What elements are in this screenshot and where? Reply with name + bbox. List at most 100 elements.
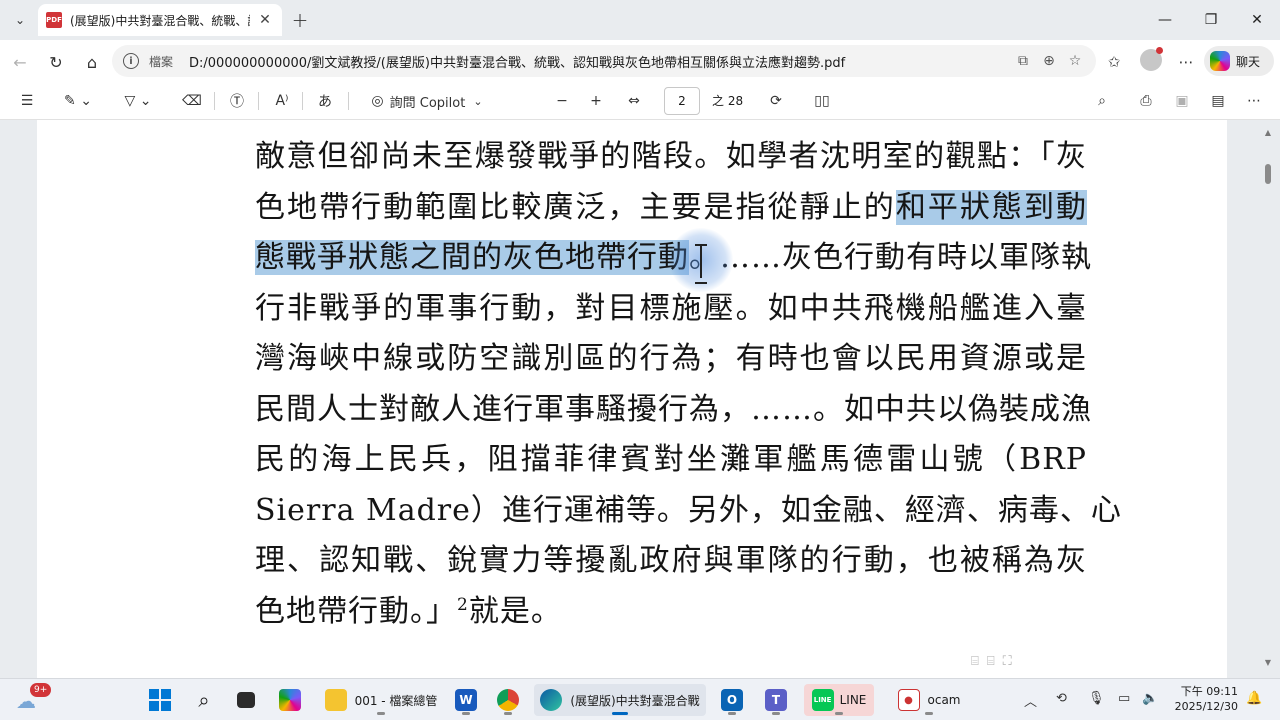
rotate-icon[interactable]: ⟳ bbox=[764, 88, 788, 114]
show-hidden-icons-chevron-icon[interactable]: ︿ bbox=[1024, 691, 1037, 710]
scroll-down-arrow[interactable]: ▼ bbox=[1262, 658, 1274, 668]
translate-icon[interactable]: あ bbox=[312, 88, 338, 114]
save-as-icon[interactable]: ▤ bbox=[1206, 88, 1230, 114]
running-indicator bbox=[377, 712, 385, 715]
page-tool-icon[interactable]: ⌸ bbox=[971, 654, 979, 669]
text-run: 行非戰爭的軍事行動，對目標施壓。如中共飛機船艦進入臺 bbox=[255, 290, 1087, 326]
toolbar-divider bbox=[302, 92, 303, 110]
fit-width-icon[interactable]: ⇔ bbox=[622, 88, 646, 114]
page-tool-icon[interactable]: ⌸ bbox=[987, 654, 995, 669]
pdf-more-options-icon[interactable]: ⋯ bbox=[1242, 88, 1266, 114]
taskbar-ocam[interactable]: ● ocam bbox=[884, 684, 974, 716]
taskbar-teams[interactable]: T bbox=[758, 684, 794, 716]
notification-bell-icon[interactable]: 🔔 bbox=[1246, 691, 1262, 706]
taskbar-line[interactable]: LINE LINE bbox=[804, 684, 874, 716]
text-line[interactable]: 色地帶行動。」2就是。 bbox=[255, 587, 1087, 638]
profile-notification-dot bbox=[1156, 47, 1163, 54]
vertical-scrollbar[interactable]: ▲ ▼ bbox=[1262, 120, 1274, 678]
text-run: 灣海峽中線或防空識別區的行為；有時也會以民用資源或是 bbox=[255, 341, 1087, 376]
site-info-icon[interactable]: i bbox=[123, 53, 139, 69]
home-button[interactable]: ⌂ bbox=[78, 48, 106, 76]
copilot-chat-button[interactable]: 聊天 bbox=[1204, 46, 1274, 76]
back-button[interactable]: ← bbox=[6, 48, 34, 76]
text-run: Sierra Madre）進行運補等。另外，如金融、經濟、病毒、心 bbox=[255, 492, 1122, 528]
page-view-icon[interactable]: ▯▯ bbox=[810, 88, 834, 114]
active-tab[interactable]: PDF (展望版)中共對臺混合戰、統戰、認知戰與灰色地帶相互關係與立法應對趨勢.… bbox=[38, 4, 282, 36]
running-indicator bbox=[772, 712, 780, 715]
restore-button[interactable]: ❐ bbox=[1196, 6, 1226, 34]
contents-list-icon[interactable]: ☰ bbox=[14, 88, 40, 114]
read-aloud-icon[interactable]: A⁾ bbox=[270, 88, 294, 114]
ask-copilot-button[interactable]: ◎ 詢問 Copilot ⌄ bbox=[362, 88, 492, 114]
volume-icon[interactable]: 🔈 bbox=[1142, 691, 1158, 706]
add-text-icon[interactable]: Ⓣ bbox=[226, 88, 248, 114]
pdf-page[interactable]: 敵意但卻尚未至爆發戰爭的階段。如學者沈明室的觀點：「灰 色地帶行動範圍比較廣泛，主… bbox=[37, 120, 1227, 678]
print-icon[interactable]: ⎙ bbox=[1134, 88, 1158, 114]
search-taskbar-icon[interactable]: ⌕ bbox=[188, 684, 220, 716]
refresh-button[interactable]: ↻ bbox=[42, 48, 70, 76]
network-icon[interactable]: ▭ bbox=[1118, 691, 1130, 706]
taskbar-word[interactable]: W bbox=[450, 684, 482, 716]
text-line[interactable]: 敵意但卻尚未至爆發戰爭的階段。如學者沈明室的觀點：「灰 bbox=[255, 132, 1087, 183]
weather-badge: 9+ bbox=[30, 683, 52, 697]
total-pages-label: 之 28 bbox=[712, 94, 744, 108]
immersive-reader-icon[interactable]: ⧉ bbox=[1010, 48, 1036, 74]
new-tab-button[interactable]: + bbox=[288, 8, 312, 32]
search-icon[interactable]: ⌕ bbox=[1090, 88, 1114, 114]
text-run: 色地帶行動範圍比較廣泛，主要是指從靜止的 bbox=[255, 189, 896, 225]
microphone-icon[interactable]: 🎙 bbox=[1088, 691, 1105, 706]
scrollbar-thumb[interactable] bbox=[1265, 164, 1271, 184]
text-line[interactable]: 民間人士對敵人進行軍事騷擾行為，……。如中共以偽裝成漁 bbox=[255, 385, 1091, 436]
favorite-star-icon[interactable]: ☆ bbox=[1062, 48, 1088, 74]
zoom-out-icon[interactable]: − bbox=[552, 88, 572, 114]
text-line[interactable]: 行非戰爭的軍事行動，對目標施壓。如中共飛機船艦進入臺 bbox=[255, 284, 1087, 335]
system-clock[interactable]: 下午 09:11 2025/12/30 bbox=[1174, 684, 1238, 714]
more-menu-icon[interactable]: ⋯ bbox=[1172, 48, 1200, 76]
start-button[interactable] bbox=[144, 684, 176, 716]
clock-time: 下午 09:11 bbox=[1180, 685, 1238, 698]
text-run: 就是。 bbox=[468, 593, 562, 629]
body-paragraph[interactable]: 敵意但卻尚未至爆發戰爭的階段。如學者沈明室的觀點：「灰 色地帶行動範圍比較廣泛，主… bbox=[255, 132, 1121, 638]
running-indicator bbox=[504, 712, 512, 715]
windows-logo-icon bbox=[149, 689, 171, 711]
footnote-reference[interactable]: 2 bbox=[457, 595, 469, 615]
text-line[interactable]: Sierra Madre）進行運補等。另外，如金融、經濟、病毒、心 bbox=[255, 486, 1121, 537]
minimize-button[interactable]: — bbox=[1150, 6, 1180, 34]
url-text[interactable]: D:/000000000000/劉文斌教授/(展望版)中共對臺混合戰、統戰、認知… bbox=[189, 52, 1010, 71]
word-icon: W bbox=[455, 689, 477, 711]
taskbar-outlook[interactable]: O bbox=[716, 684, 748, 716]
running-indicator bbox=[728, 712, 736, 715]
text-line[interactable]: 灣海峽中線或防空識別區的行為；有時也會以民用資源或是 bbox=[255, 334, 1087, 385]
zoom-icon[interactable]: ⊕ bbox=[1036, 48, 1062, 74]
favorites-icon[interactable]: ✩ bbox=[1100, 48, 1128, 76]
text-line[interactable]: 色地帶行動範圍比較廣泛，主要是指從靜止的和平狀態到動 bbox=[255, 183, 1088, 234]
running-indicator bbox=[925, 712, 933, 715]
text-line[interactable]: 理、認知戰、銳實力等擾亂政府與軍隊的行動，也被稱為灰 bbox=[255, 536, 1087, 587]
task-view-icon[interactable] bbox=[230, 684, 262, 716]
sync-icon[interactable]: ⟲ bbox=[1056, 691, 1067, 706]
taskbar-file-explorer[interactable]: 001 - 檔案總管 bbox=[318, 684, 444, 716]
taskbar-edge[interactable]: (展望版)中共對臺混合戰 bbox=[534, 684, 706, 716]
ocam-label: ocam bbox=[927, 693, 961, 707]
pdf-viewer[interactable]: 敵意但卻尚未至爆發戰爭的階段。如學者沈明室的觀點：「灰 色地帶行動範圍比較廣泛，主… bbox=[0, 120, 1280, 678]
zoom-in-icon[interactable]: + bbox=[586, 88, 606, 114]
ocam-icon: ● bbox=[897, 689, 920, 711]
ask-copilot-label: 詢問 Copilot bbox=[389, 95, 466, 111]
taskbar-chrome[interactable] bbox=[492, 684, 524, 716]
eraser-icon[interactable]: ⌫ bbox=[180, 88, 204, 114]
address-bar[interactable]: i 檔案 D:/000000000000/劉文斌教授/(展望版)中共對臺混合戰、… bbox=[112, 45, 1096, 77]
copilot-taskbar-icon[interactable] bbox=[274, 684, 306, 716]
chrome-icon bbox=[497, 689, 519, 711]
draw-tool-icon[interactable]: ▽ ⌄ bbox=[116, 88, 160, 114]
text-run: 。……灰色行動有時以軍隊執 bbox=[689, 240, 1092, 275]
tab-actions-menu-button[interactable]: ⌄ bbox=[8, 8, 32, 32]
highlight-tool-icon[interactable]: ✎ ⌄ bbox=[56, 88, 100, 114]
close-window-button[interactable]: ✕ bbox=[1242, 6, 1272, 34]
scroll-up-arrow[interactable]: ▲ bbox=[1262, 128, 1274, 138]
expand-icon[interactable]: ⛶ bbox=[1003, 654, 1012, 669]
page-number-input[interactable]: 2 bbox=[664, 87, 700, 115]
text-line[interactable]: 民的海上民兵，阻擋菲律賓對坐灘軍艦馬德雷山號（BRP bbox=[255, 435, 1087, 486]
save-icon[interactable]: ▣ bbox=[1170, 88, 1194, 114]
close-tab-icon[interactable]: ✕ bbox=[256, 11, 274, 29]
outlook-icon: O bbox=[721, 689, 743, 711]
